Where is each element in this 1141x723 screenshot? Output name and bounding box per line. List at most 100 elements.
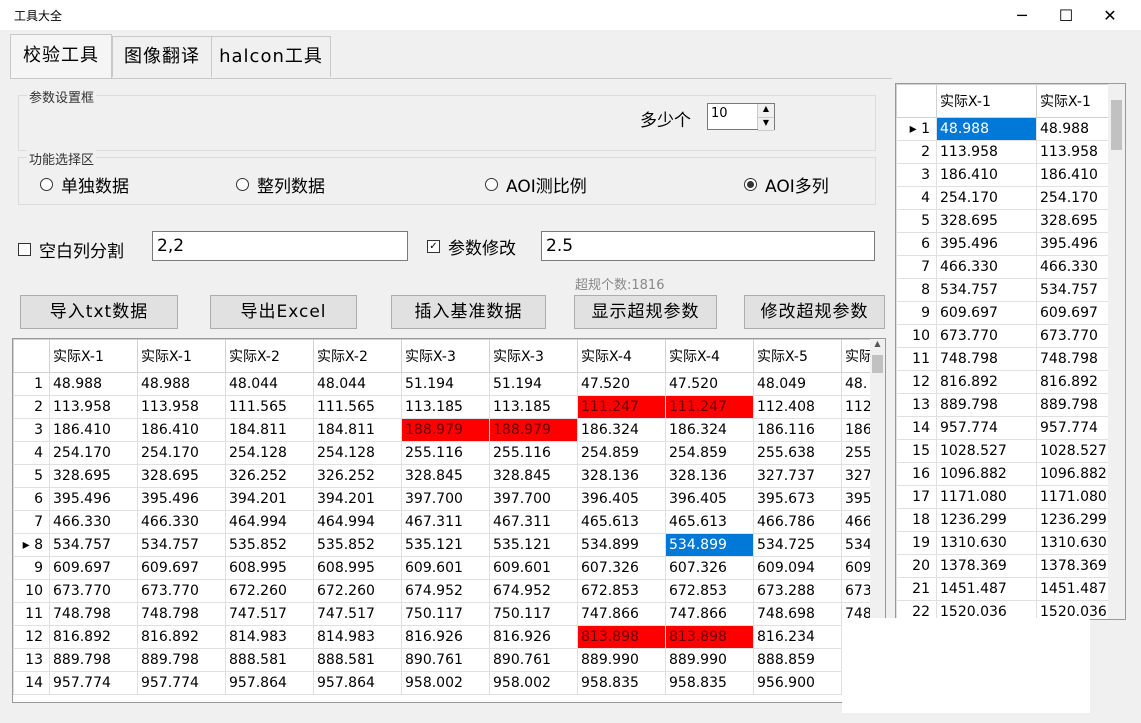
column-header[interactable]: 实际X-1 [936,84,1037,118]
row-header[interactable]: 14 [896,416,937,440]
table-cell[interactable]: 672.853 [665,579,754,603]
table-cell[interactable]: 816.892 [1036,370,1109,394]
table-cell[interactable]: 957.774 [49,671,138,695]
row-header[interactable]: 18 [896,508,937,532]
table-cell[interactable]: 672.260 [313,579,402,603]
row-header[interactable]: 13 [13,648,50,672]
column-header[interactable]: 实际X-1 [1036,84,1109,118]
table-cell[interactable]: 816.892 [49,625,138,649]
stepper-arrows[interactable]: ▲ ▼ [757,104,774,131]
table-cell[interactable]: 186.324 [577,418,666,442]
table-row[interactable]: 3 186.410 186.410 184.811 184.811 188.979 188.… [13,418,885,442]
table-cell[interactable]: 113.185 [401,395,490,419]
table-cell[interactable]: 394.201 [225,487,314,511]
table-cell[interactable]: 889.798 [936,393,1037,417]
table-cell[interactable]: 254.170 [137,441,226,465]
table-cell[interactable]: 748.798 [1036,347,1109,371]
column-header[interactable]: 实际X-2 [225,339,314,373]
table-cell[interactable]: 609.697 [49,556,138,580]
close-icon[interactable]: ✕ [1087,0,1133,30]
row-header[interactable]: 4 [896,186,937,210]
blank-column-split-checkbox[interactable]: 空白列分割 [18,237,124,262]
import-txt-button[interactable]: 导入txt数据 [20,295,178,329]
table-cell[interactable]: 890.761 [401,648,490,672]
table-cell[interactable]: 748.798 [936,347,1037,371]
table-cell[interactable]: 255.116 [401,441,490,465]
table-cell[interactable]: 1096.882 [936,462,1037,486]
table-cell[interactable]: 747.866 [665,602,754,626]
table-cell[interactable]: 534.899 [577,533,666,557]
table-cell[interactable]: 254.859 [665,441,754,465]
table-cell[interactable]: 609.601 [489,556,578,580]
table-cell[interactable]: 254.859 [577,441,666,465]
table-cell[interactable]: 747.517 [225,602,314,626]
table-cell[interactable]: 186.410 [936,163,1037,187]
table-cell[interactable]: 674.952 [489,579,578,603]
table-cell[interactable]: 254.170 [1036,186,1109,210]
table-cell[interactable]: 535.121 [401,533,490,557]
table-cell[interactable]: 609.697 [137,556,226,580]
table-cell[interactable]: 816.926 [401,625,490,649]
tab-halcon-tool[interactable]: halcon工具 [211,36,331,77]
table-cell[interactable]: 186.324 [665,418,754,442]
radio-single-data[interactable]: 单独数据 [40,172,129,197]
row-header[interactable]: 3 [896,163,937,187]
table-cell[interactable]: 957.774 [137,671,226,695]
table-cell[interactable]: 889.798 [1036,393,1109,417]
table-cell[interactable]: 813.898 [577,625,666,649]
table-cell[interactable]: 467.311 [401,510,490,534]
table-cell[interactable]: 113.958 [49,395,138,419]
table-cell[interactable]: 111.247 [577,395,666,419]
table-cell[interactable]: 673.288 [753,579,842,603]
table-cell[interactable]: 535.852 [225,533,314,557]
table-cell[interactable]: 813.898 [665,625,754,649]
table-row[interactable]: 4 254.170 254.170 254.128 254.128 255.116 255.… [13,441,885,465]
table-cell[interactable]: 186.116 [753,418,842,442]
table-cell[interactable]: 814.983 [225,625,314,649]
table-row[interactable]: 7 466.330 466.330 464.994 464.994 467.311 467.… [13,510,885,534]
table-cell[interactable]: 956.900 [753,671,842,695]
table-row[interactable]: 12 816.892 816.892 [896,370,1109,394]
table-cell[interactable]: 395.496 [49,487,138,511]
table-cell[interactable]: 608.995 [313,556,402,580]
table-cell[interactable]: 958.835 [577,671,666,695]
row-header[interactable]: 5 [896,209,937,233]
table-cell[interactable]: 750.117 [489,602,578,626]
row-header[interactable]: 5 [13,464,50,488]
row-header[interactable]: 14 [13,671,50,695]
table-cell[interactable]: 47.520 [665,372,754,396]
table-cell[interactable]: 48.049 [753,372,842,396]
table-cell[interactable]: 328.695 [137,464,226,488]
table-cell[interactable]: 396.405 [665,487,754,511]
table-cell[interactable]: 255.638 [753,441,842,465]
table-row[interactable]: 7 466.330 466.330 [896,255,1109,279]
table-cell[interactable]: 748.798 [49,602,138,626]
table-cell[interactable]: 465.613 [665,510,754,534]
table-cell[interactable]: 672.853 [577,579,666,603]
table-row[interactable]: 11 748.798 748.798 [896,347,1109,371]
table-row[interactable]: 14 957.774 957.774 [896,416,1109,440]
table-cell[interactable]: 466.786 [753,510,842,534]
table-cell[interactable]: 111.565 [313,395,402,419]
table-cell[interactable]: 395.496 [936,232,1037,256]
stepper-up-icon[interactable]: ▲ [758,104,774,118]
column-header[interactable]: 实际X-1 [137,339,226,373]
table-cell[interactable]: 47.520 [577,372,666,396]
row-header[interactable]: 6 [13,487,50,511]
table-cell[interactable]: 888.859 [753,648,842,672]
table-cell[interactable]: 889.798 [49,648,138,672]
row-header[interactable]: 8 [896,278,937,302]
table-row[interactable]: 10 673.770 673.770 [896,324,1109,348]
column-header[interactable]: 实际X-2 [313,339,402,373]
table-cell[interactable]: 112.408 [753,395,842,419]
row-header[interactable]: 10 [13,579,50,603]
table-cell[interactable]: 466.330 [137,510,226,534]
column-header[interactable]: 实际X-3 [401,339,490,373]
table-cell[interactable]: 395.496 [137,487,226,511]
table-cell[interactable]: 464.994 [313,510,402,534]
table-cell[interactable]: 748.798 [137,602,226,626]
table-cell[interactable]: 1451.487 [936,577,1037,601]
table-cell[interactable]: 328.845 [401,464,490,488]
table-cell[interactable]: 673.770 [49,579,138,603]
table-cell[interactable]: 888.581 [225,648,314,672]
